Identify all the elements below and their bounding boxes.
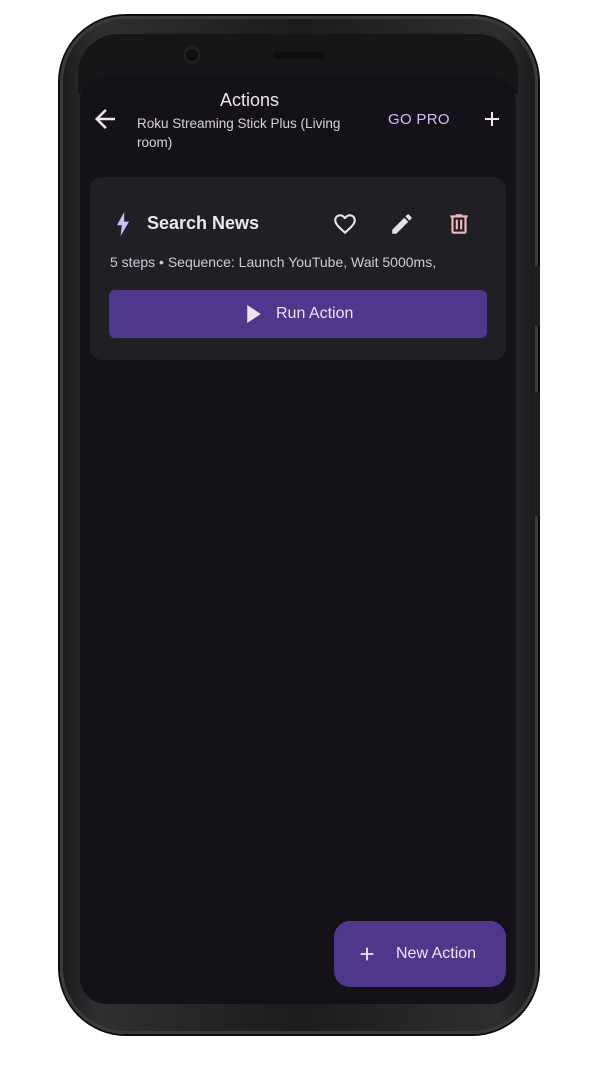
arrow-left-icon [95, 109, 115, 129]
new-action-fab[interactable]: New Action [334, 921, 506, 987]
heart-outline-icon [334, 214, 356, 235]
action-title: Search News [147, 213, 260, 233]
bolt-icon [117, 212, 129, 236]
phone-volume-button [534, 392, 540, 516]
go-pro-button[interactable]: GO PRO [388, 111, 450, 128]
front-camera [183, 46, 201, 64]
action-card[interactable]: Search News 5 steps • Sequence: Launch Y… [90, 177, 506, 360]
play-icon [247, 305, 261, 323]
device-subtitle: Roku Streaming Stick Plus (Living room) [137, 116, 341, 150]
app-screen: Actions Roku Streaming Stick Plus (Livin… [80, 76, 516, 1004]
new-action-label: New Action [396, 945, 477, 962]
action-description: 5 steps • Sequence: Launch YouTube, Wait… [110, 254, 437, 270]
earpiece-speaker [273, 52, 325, 59]
run-action-label: Run Action [276, 305, 354, 322]
edit-button[interactable] [389, 211, 415, 237]
back-button[interactable] [90, 104, 120, 134]
page-title: Actions [220, 90, 280, 110]
phone-power-button [534, 266, 540, 326]
plus-icon [360, 947, 374, 961]
favorite-button[interactable] [332, 211, 358, 237]
run-action-button[interactable]: Run Action [109, 290, 487, 338]
delete-button[interactable] [446, 211, 472, 237]
trash-icon [450, 214, 468, 234]
plus-icon [485, 112, 499, 126]
pencil-icon [392, 214, 412, 234]
add-action-button[interactable] [480, 107, 504, 131]
